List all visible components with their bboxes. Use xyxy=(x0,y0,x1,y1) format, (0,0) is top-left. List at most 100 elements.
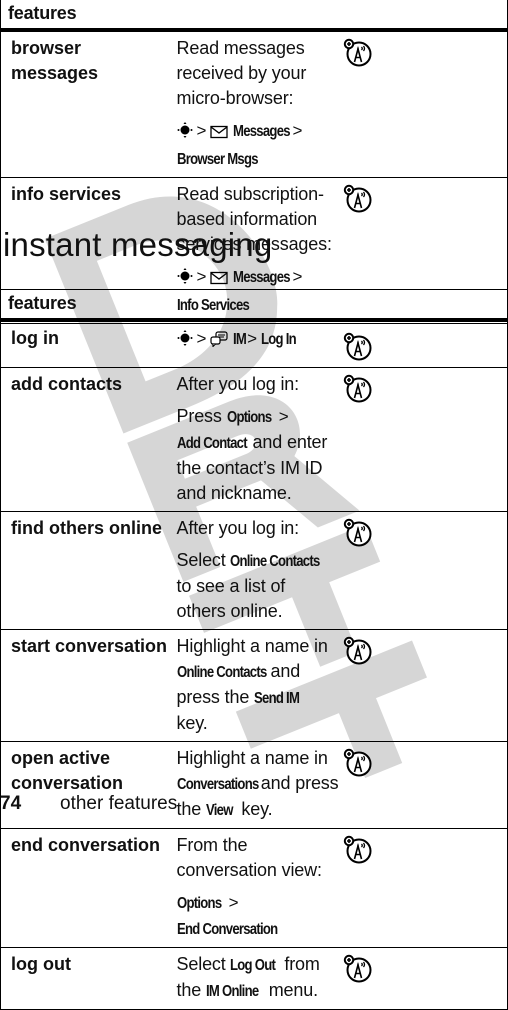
text-fragment: Select xyxy=(176,954,231,974)
text-fragment: to see a list of others online. xyxy=(176,576,286,621)
feature-name: start conversation xyxy=(0,629,170,742)
page-footer: 74 other features xyxy=(0,793,177,815)
text-fragment: key. xyxy=(236,799,273,819)
feature-name: log in xyxy=(0,320,170,368)
menu-item-log-in: Log In xyxy=(260,331,297,348)
command-end-conversation: End Conversation xyxy=(176,921,278,938)
description-text: Read messages received by your micro-bro… xyxy=(176,38,307,108)
feature-name: open active conversation xyxy=(0,741,170,829)
instruction-text: Highlight a name in Conversations and pr… xyxy=(177,746,339,823)
badge-cell xyxy=(338,30,508,178)
feature-description: Highlight a name in Online Contacts and … xyxy=(169,629,339,742)
network-dependent-feature-icon xyxy=(343,332,371,361)
instruction-text: Press Options >Add Contact and enter the … xyxy=(177,404,339,506)
text-fragment: Select xyxy=(176,550,231,570)
network-dependent-feature-icon xyxy=(343,835,371,864)
menu-item-browser-msgs: Browser Msgs xyxy=(176,151,259,168)
text-fragment: key. xyxy=(176,713,208,733)
network-dependent-feature-icon xyxy=(343,38,371,67)
network-dependent-feature-icon xyxy=(343,954,371,983)
badge-cell xyxy=(338,511,508,630)
feature-description: From the conversation view: Options > End … xyxy=(169,828,339,948)
feature-description: Select Log Out from the IM Online menu. xyxy=(169,947,339,1010)
feature-name: add contacts xyxy=(0,367,170,512)
network-dependent-feature-icon xyxy=(343,374,371,403)
command-online-contacts: Online Contacts xyxy=(176,664,267,681)
badge-cell xyxy=(338,947,508,1010)
envelope-icon xyxy=(210,121,228,146)
nav-key-icon xyxy=(177,121,193,146)
path-separator: > xyxy=(228,893,239,912)
menu-path: > Messages >Browser Msgs xyxy=(177,118,339,172)
menu-im-online: IM Online xyxy=(205,983,259,1000)
badge-cell xyxy=(338,828,508,948)
feature-description: > IM> Log In xyxy=(169,320,339,368)
table-row: log out Select Log Out from the IM Onlin… xyxy=(0,947,508,1010)
network-dependent-feature-icon xyxy=(343,636,371,665)
menu-item-im: IM xyxy=(233,331,247,348)
description-text: After you log in: xyxy=(176,374,300,394)
key-send-im: Send IM xyxy=(254,690,300,707)
table-row: end conversation From the conversation v… xyxy=(0,828,508,948)
path-separator: > xyxy=(196,329,207,348)
command-online-contacts: Online Contacts xyxy=(230,553,321,570)
network-dependent-feature-icon xyxy=(343,518,371,547)
instant-messaging-table: features log in > IM> Log In add contact… xyxy=(0,289,508,1010)
badge-cell xyxy=(338,741,508,829)
page-number: 74 xyxy=(0,793,22,814)
key-view: View xyxy=(205,802,233,819)
menu-item-messages: Messages xyxy=(233,123,291,140)
text-fragment: menu. xyxy=(263,980,318,1000)
command-options: Options xyxy=(176,895,222,912)
path-separator: > xyxy=(292,121,303,140)
network-dependent-feature-icon xyxy=(343,748,371,777)
feature-name: log out xyxy=(0,947,170,1010)
table-row: find others online After you log in: Sel… xyxy=(0,511,508,630)
network-dependent-feature-icon xyxy=(343,184,371,213)
feature-name: end conversation xyxy=(0,828,170,948)
command-options: Options xyxy=(226,409,272,426)
feature-name: find others online xyxy=(0,511,170,630)
text-fragment: Press xyxy=(176,406,227,426)
badge-cell xyxy=(338,367,508,512)
im-icon xyxy=(210,329,228,354)
menu-path: > IM> Log In xyxy=(177,326,339,354)
browser-messages-table: features browser messages Read messages … xyxy=(0,0,508,324)
path-separator: > xyxy=(196,267,207,286)
badge-cell xyxy=(338,320,508,368)
table-header-row: features xyxy=(0,289,508,322)
footer-section-name: other features xyxy=(60,793,178,814)
text-fragment: Highlight a name in xyxy=(176,636,328,656)
path-separator: > xyxy=(247,329,257,348)
text-fragment: Highlight a name in xyxy=(176,748,328,768)
path-separator: > xyxy=(196,121,207,140)
instruction-text: Select Log Out from the IM Online menu. xyxy=(177,952,339,1004)
table-header-features: features xyxy=(0,0,508,32)
nav-key-icon xyxy=(177,329,193,354)
section-title: instant messaging xyxy=(3,226,273,263)
command-log-out: Log Out xyxy=(230,957,276,974)
command-add-contact: Add Contact xyxy=(176,435,248,452)
badge-cell xyxy=(338,629,508,742)
feature-description: Read messages received by your micro-bro… xyxy=(169,30,339,178)
table-row: open active conversation Highlight a nam… xyxy=(0,741,508,829)
menu-path: Options > End Conversation xyxy=(177,890,339,942)
command-conversations: Conversations xyxy=(176,776,259,793)
table-row: log in > IM> Log In xyxy=(0,320,508,368)
feature-description: After you log in: Select Online Contacts… xyxy=(169,511,339,630)
feature-description: After you log in: Press Options > Add Cont… xyxy=(169,367,339,512)
feature-description: Highlight a name in Conversations and pr… xyxy=(169,741,339,829)
feature-name: browser messages xyxy=(0,30,170,178)
instruction-text: Select Online Contacts to see a list of … xyxy=(177,548,339,624)
menu-item-messages: Messages xyxy=(233,269,291,286)
table-row: browser messages Read messages received … xyxy=(0,30,508,178)
table-header-features: features xyxy=(0,289,508,322)
path-separator: > xyxy=(278,407,289,426)
path-separator: > xyxy=(292,267,303,286)
table-row: add contacts After you log in: Press Opt… xyxy=(0,367,508,512)
table-header-row: features xyxy=(0,0,508,32)
table-row: start conversation Highlight a name in O… xyxy=(0,629,508,742)
description-text: After you log in: xyxy=(176,518,300,538)
description-text: From the conversation view: xyxy=(176,835,323,880)
instruction-text: Highlight a name in Online Contacts and … xyxy=(177,634,339,736)
